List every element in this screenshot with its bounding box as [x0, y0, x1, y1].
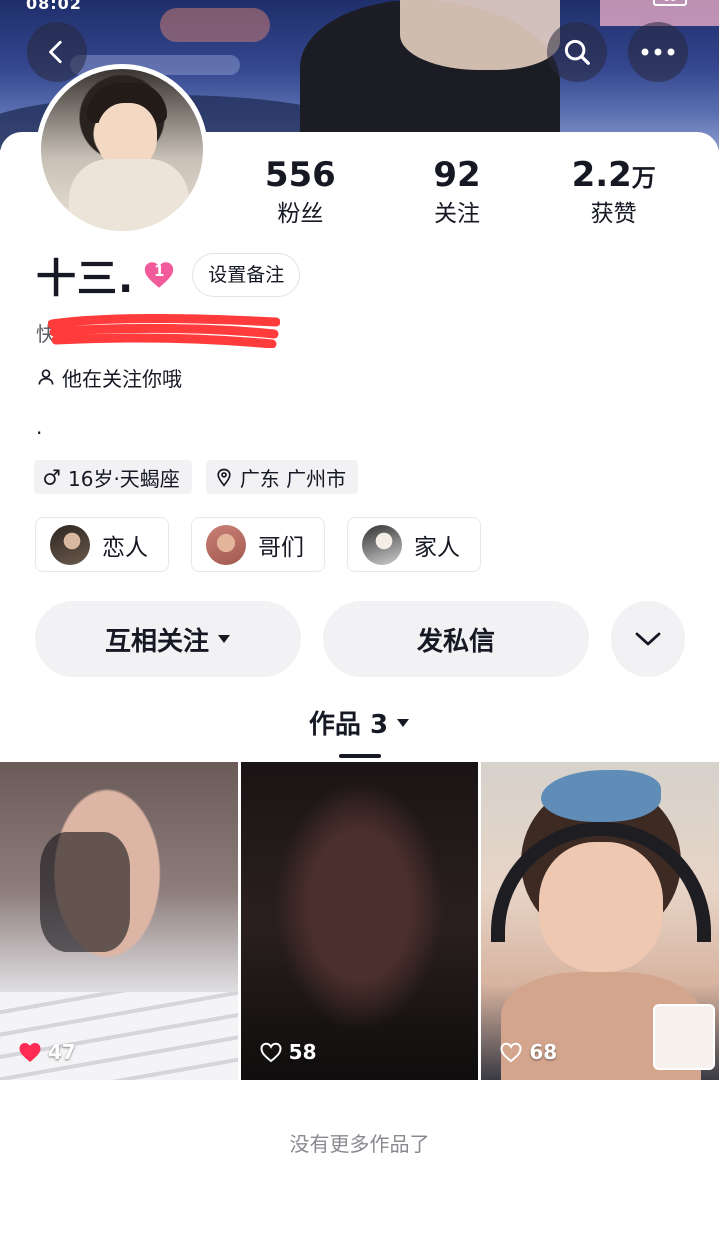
chevron-left-icon	[49, 40, 62, 64]
mutual-follow-label: 互相关注	[104, 626, 209, 657]
redaction-scribble	[48, 314, 280, 348]
tab-active-indicator	[339, 754, 381, 758]
caret-down-icon	[218, 635, 230, 643]
search-button[interactable]	[547, 22, 607, 82]
mutual-follow-button[interactable]: 互相关注	[35, 601, 301, 677]
back-button[interactable]	[27, 22, 87, 82]
heart-outline-icon	[500, 1042, 522, 1063]
heart-badge-count: 1	[153, 262, 165, 280]
set-remark-button[interactable]: 设置备注	[192, 253, 301, 297]
stat-followers[interactable]: 556 粉丝	[222, 154, 379, 234]
bio-text: .	[36, 415, 43, 439]
relationship-label: 哥们	[258, 534, 304, 561]
intimacy-heart-badge[interactable]: 1	[142, 258, 176, 292]
stat-label: 获赞	[590, 201, 637, 227]
tab-works[interactable]: 作品 3	[0, 704, 719, 741]
profile-card: 556 粉丝 92 关注 2.2万 获赞 十三. 1 设置备注 快手 他在关注你…	[0, 64, 719, 1247]
relationship-label: 恋人	[102, 534, 148, 561]
location-tag: 广东 广州市	[205, 460, 359, 494]
mutual-follow-hint: 他在关注你哦	[36, 362, 182, 392]
like-count: 58	[259, 1040, 317, 1064]
chevron-down-icon	[635, 632, 661, 646]
like-count: 47	[18, 1040, 76, 1064]
relationship-chip-lover[interactable]: 恋人	[35, 517, 169, 572]
stat-label: 粉丝	[277, 201, 324, 227]
stat-likes[interactable]: 2.2万 获赞	[535, 154, 692, 234]
stat-unit: 万	[631, 164, 656, 192]
expand-more-button[interactable]	[611, 601, 685, 677]
like-count-value: 58	[288, 1040, 317, 1064]
status-bar: 08:02 88	[0, 0, 719, 14]
search-icon	[564, 39, 590, 65]
heart-outline-icon	[260, 1042, 282, 1063]
heart-filled-icon	[19, 1043, 41, 1062]
relationship-avatar	[362, 524, 402, 565]
stat-value: 92	[433, 155, 481, 195]
work-thumbnail[interactable]: 47	[0, 762, 238, 1080]
more-dots-icon	[641, 48, 675, 56]
status-time: 08:02	[26, 0, 82, 13]
relationship-row: 恋人 哥们 家人	[35, 517, 481, 572]
relationship-avatar	[206, 524, 246, 565]
relationship-label: 家人	[414, 534, 460, 561]
location-tag-text: 广东 广州市	[239, 466, 347, 491]
mutual-hint-text: 他在关注你哦	[62, 366, 182, 391]
relationship-avatar	[50, 524, 90, 565]
avatar[interactable]	[36, 64, 208, 236]
works-grid: 47 58 68	[0, 762, 719, 1080]
stat-following[interactable]: 92 关注	[379, 154, 536, 234]
location-pin-icon	[217, 468, 231, 487]
works-tab-label: 作品 3	[308, 710, 389, 740]
stat-label: 关注	[434, 201, 480, 227]
action-buttons: 互相关注 发私信	[35, 601, 685, 677]
sticker-image	[653, 1004, 716, 1070]
age-tag: 16岁·天蝎座	[34, 460, 192, 494]
send-message-button[interactable]: 发私信	[323, 601, 589, 677]
like-count-value: 68	[529, 1040, 558, 1064]
caret-down-icon	[397, 718, 410, 727]
stats-row: 556 粉丝 92 关注 2.2万 获赞	[222, 154, 692, 234]
person-icon	[38, 369, 54, 385]
male-icon	[44, 469, 60, 485]
like-count: 68	[499, 1040, 557, 1064]
stat-value: 2.2	[571, 155, 632, 195]
profile-name: 十三.	[36, 256, 135, 302]
no-more-works-text: 没有更多作品了	[289, 1132, 430, 1156]
work-thumbnail[interactable]: 68	[481, 762, 719, 1080]
age-tag-text: 16岁·天蝎座	[68, 466, 180, 491]
work-thumbnail[interactable]: 58	[240, 762, 479, 1080]
send-message-label: 发私信	[416, 626, 495, 657]
like-count-value: 47	[48, 1040, 76, 1064]
relationship-chip-family[interactable]: 家人	[347, 517, 481, 572]
battery-icon: 88	[653, 0, 687, 6]
stat-value: 556	[264, 155, 336, 195]
profile-tags: 16岁·天蝎座 广东 广州市	[34, 460, 359, 494]
account-id-row: 快手	[36, 314, 280, 348]
relationship-chip-buddy[interactable]: 哥们	[191, 517, 325, 572]
more-options-button[interactable]	[628, 22, 688, 82]
name-row: 十三. 1 设置备注	[36, 252, 301, 302]
